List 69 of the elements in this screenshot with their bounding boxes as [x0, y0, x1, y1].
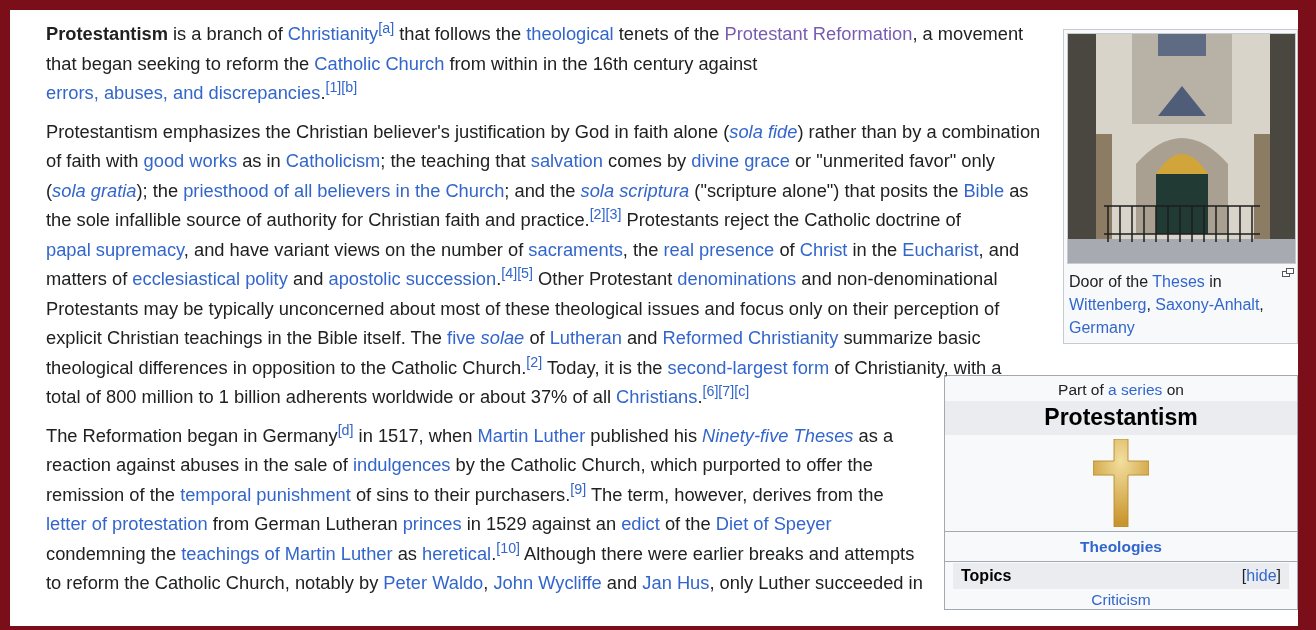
- reference-link[interactable]: [3]: [605, 205, 622, 222]
- link[interactable]: teachings of Martin Luther: [181, 542, 393, 564]
- reference-link[interactable]: [d]: [337, 421, 354, 438]
- link[interactable]: sola gratia: [52, 179, 137, 201]
- link[interactable]: Criticism: [1091, 590, 1151, 608]
- reference-link[interactable]: [2]: [526, 353, 543, 370]
- link[interactable]: apostolic succession: [328, 268, 497, 289]
- link[interactable]: second-largest form: [667, 356, 830, 378]
- link[interactable]: salvation: [530, 150, 603, 171]
- link[interactable]: sola fide: [729, 120, 798, 142]
- link[interactable]: Germany: [1069, 319, 1135, 336]
- link[interactable]: papal supremacy: [46, 238, 184, 260]
- link[interactable]: Saxony-Anhalt: [1155, 296, 1260, 313]
- enlarge-icon[interactable]: [1282, 268, 1294, 277]
- link[interactable]: Reformed Christianity: [662, 327, 839, 348]
- link[interactable]: Catholic Church: [314, 52, 445, 74]
- reference-link[interactable]: [c]: [734, 382, 750, 399]
- link[interactable]: Christ: [799, 238, 848, 260]
- link[interactable]: letter of protestation: [46, 513, 208, 534]
- link[interactable]: John Wycliffe: [493, 572, 602, 593]
- link[interactable]: Peter Waldo: [383, 572, 484, 593]
- link[interactable]: Wittenberg: [1069, 296, 1147, 313]
- link[interactable]: real presence: [663, 238, 775, 260]
- link[interactable]: edict: [621, 513, 660, 534]
- reference-link[interactable]: [2]: [589, 205, 606, 222]
- link[interactable]: five solae: [447, 327, 525, 348]
- reference-link[interactable]: [a]: [378, 19, 395, 36]
- link[interactable]: good works: [143, 150, 238, 171]
- link[interactable]: sola scriptura: [580, 179, 690, 201]
- link[interactable]: Lutheran: [549, 327, 622, 348]
- link[interactable]: divine grace: [691, 150, 790, 171]
- section-title: Topics: [961, 565, 1012, 586]
- section-toggle[interactable]: [hide]: [1241, 565, 1281, 586]
- link[interactable]: Theologies: [1080, 537, 1162, 555]
- reference-link[interactable]: [5]: [517, 264, 533, 281]
- link[interactable]: Martin Luther: [477, 424, 586, 446]
- link[interactable]: Ninety-five Theses: [702, 424, 854, 446]
- link[interactable]: denominations: [677, 268, 797, 289]
- paragraph-text: The Reformation began in Germany$^{[d]}$ in 1517, when Martin Luther published his Ninety-five Theses as a reaction against abuses in the sale of indulgences by the Catholic Church, which purported to offer the remission of the temporal punishment of sins to their purchasers.$^{[9]}$ The term, however, derives from the letter of protestation from German Lutheran princes in 1529 against an edict of the Diet of Speyer condemning the teachings of Martin Luther as heretical.$^{[10]}$ Although there were earlier breaks and attempts to reform the Catholic Church, notably by Peter Waldo, John Wycliffe and Jan Hus, only Luther succeeded in: [46, 424, 923, 593]
- reference-link[interactable]: [b]: [341, 78, 358, 95]
- link[interactable]: sacraments: [528, 238, 623, 260]
- image-caption: Door of the Theses in Wittenberg, Saxony-Anhalt, Germany: [1069, 273, 1264, 336]
- reference-link[interactable]: [7]: [718, 382, 735, 399]
- link[interactable]: Eucharist: [902, 238, 979, 260]
- link[interactable]: a series: [1108, 380, 1163, 398]
- link[interactable]: Christians: [616, 386, 698, 407]
- infobox-title: Protestantism: [945, 400, 1297, 435]
- series-note: Part of a series on: [1058, 380, 1184, 398]
- reference-link[interactable]: [4]: [501, 264, 518, 281]
- link[interactable]: priesthood of all believers in the Church: [183, 179, 505, 201]
- link[interactable]: Protestant Reformation: [724, 23, 913, 44]
- link[interactable]: indulgences: [352, 454, 451, 475]
- link[interactable]: heretical: [422, 542, 492, 564]
- link[interactable]: errors, abuses, and discrepancies: [46, 82, 321, 103]
- reference-link[interactable]: [1]: [325, 78, 342, 95]
- link[interactable]: Catholicism: [285, 150, 381, 171]
- reference-link[interactable]: [10]: [496, 539, 521, 556]
- link[interactable]: ecclesiastical polity: [132, 268, 288, 289]
- link[interactable]: temporal punishment: [180, 483, 351, 505]
- link[interactable]: Theses: [1152, 273, 1205, 290]
- link[interactable]: Bible: [963, 179, 1005, 201]
- reference-link[interactable]: [9]: [570, 480, 587, 497]
- link[interactable]: princes: [402, 513, 462, 534]
- link[interactable]: theological: [526, 23, 614, 44]
- reference-link[interactable]: [6]: [702, 382, 719, 399]
- link[interactable]: Diet of Speyer: [715, 513, 832, 534]
- link[interactable]: Christianity: [287, 23, 379, 44]
- link[interactable]: Jan Hus: [642, 572, 710, 593]
- cross-icon: [1093, 438, 1149, 527]
